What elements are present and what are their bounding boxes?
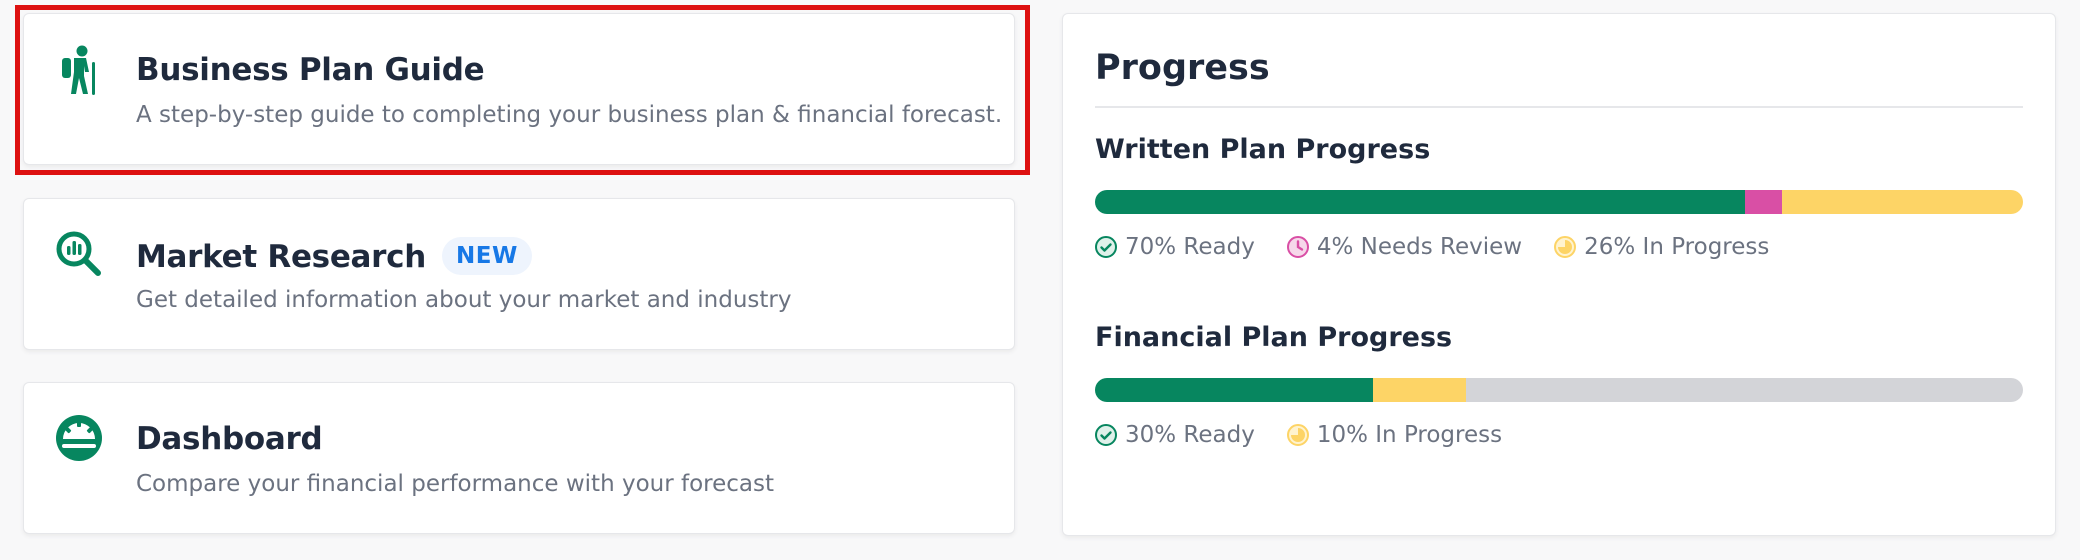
financial-ready-segment [1095,378,1374,402]
financial-empty-segment [1466,378,2023,402]
legend-in-progress: 26% In Progress [1554,234,1769,260]
business-plan-guide-title: Business Plan Guide [136,52,485,88]
dashboard-title: Dashboard [136,421,323,457]
progress-heading: Progress [1095,48,1270,88]
market-research-title-text: Market Research [136,239,427,275]
financial-plan-progress-title: Financial Plan Progress [1095,322,1453,353]
pie-progress-icon [1554,236,1577,258]
written-review-label: 4% Needs Review [1316,234,1523,260]
legend-needs-review: 4% Needs Review [1286,234,1523,260]
written-ready-segment [1095,190,1745,214]
gauge-icon [56,415,102,461]
check-circle-icon [1095,424,1117,446]
written-in-progress-segment [1781,190,2023,214]
legend-in-progress: 10% In Progress [1286,422,1503,448]
written-plan-legend: 70% Ready 4% Needs Review 26% In Progres… [1095,234,1801,260]
progress-divider [1095,106,2023,108]
check-circle-icon [1095,236,1117,258]
business-plan-guide-description: A step-by-step guide to completing your … [136,102,1003,128]
written-in-progress-label: 26% In Progress [1584,234,1770,260]
business-plan-guide-card[interactable]: Business Plan Guide A step-by-step guide… [23,13,1015,165]
financial-in-progress-label: 10% In Progress [1316,422,1503,448]
hiker-icon [62,45,95,95]
financial-plan-progress-bar [1095,378,2023,402]
financial-plan-legend: 30% Ready 10% In Progress [1095,422,1534,448]
dashboard-description: Compare your financial performance with … [136,471,774,497]
pie-progress-icon [1286,424,1309,446]
magnifier-chart-icon [56,231,101,276]
progress-panel: Progress Written Plan Progress 70% Ready… [1062,13,2056,536]
clock-icon [1286,236,1309,258]
financial-in-progress-segment [1373,378,1467,402]
market-research-description: Get detailed information about your mark… [136,287,792,313]
written-plan-progress-title: Written Plan Progress [1095,134,1431,165]
written-review-segment [1744,190,1782,214]
legend-ready: 70% Ready [1095,234,1255,260]
market-research-card[interactable]: Market Research NEW Get detailed informat… [23,198,1015,350]
written-ready-label: 70% Ready [1125,234,1255,260]
new-badge: NEW [442,237,532,275]
dashboard-card[interactable]: Dashboard Compare your financial perform… [23,382,1015,534]
legend-ready: 30% Ready [1095,422,1255,448]
market-research-title: Market Research NEW [136,237,532,275]
written-plan-progress-bar [1095,190,2023,214]
financial-ready-label: 30% Ready [1125,422,1255,448]
